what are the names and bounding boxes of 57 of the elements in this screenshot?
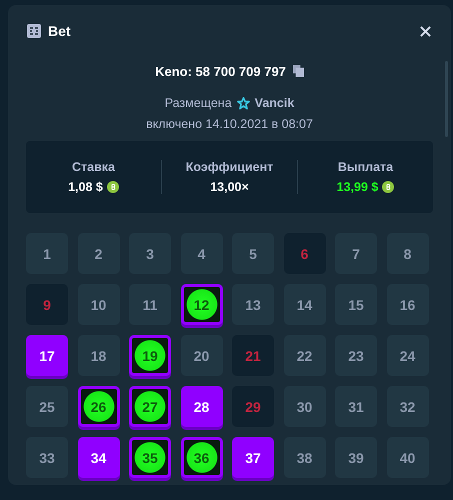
number-tile[interactable]: 4 <box>180 233 222 274</box>
placed-label: Размещена <box>164 96 232 110</box>
picked-tile[interactable]: 37 <box>232 437 274 478</box>
number-tile[interactable]: 3 <box>129 233 171 274</box>
drawn-tile[interactable]: 9 <box>26 284 68 325</box>
number-tile[interactable]: 10 <box>78 284 120 325</box>
number-tile[interactable]: 15 <box>335 284 377 325</box>
drawn-tile[interactable]: 29 <box>232 386 274 427</box>
stat-label: Ставка <box>72 160 115 174</box>
number-tile[interactable]: 38 <box>284 437 326 478</box>
picked-tile[interactable]: 28 <box>180 386 222 427</box>
drawn-tile[interactable]: 6 <box>284 233 326 274</box>
stat-value: 1,08 $ <box>68 180 103 194</box>
number-tile[interactable]: 18 <box>78 335 120 376</box>
number-tile[interactable]: 16 <box>386 284 428 325</box>
hit-tile[interactable]: 26 <box>78 386 120 427</box>
number-tile[interactable]: 33 <box>26 437 68 478</box>
number-tile[interactable]: 39 <box>335 437 377 478</box>
modal-title: Bet <box>48 23 71 39</box>
number-tile[interactable]: 13 <box>232 284 274 325</box>
hit-tile[interactable]: 36 <box>180 437 222 478</box>
number-tile[interactable]: 8 <box>386 233 428 274</box>
ticket-icon <box>27 24 41 38</box>
coin-icon <box>106 181 119 193</box>
hit-tile[interactable]: 27 <box>129 386 171 427</box>
number-tile[interactable]: 11 <box>129 284 171 325</box>
copy-icon[interactable] <box>292 65 304 77</box>
number-tile[interactable]: 30 <box>284 386 326 427</box>
hit-tile[interactable]: 35 <box>129 437 171 478</box>
number-tile[interactable]: 7 <box>335 233 377 274</box>
stat-value: 13,00× <box>210 180 249 194</box>
coin-icon <box>382 181 394 193</box>
number-tile[interactable]: 25 <box>26 386 68 427</box>
hit-tile[interactable]: 12 <box>180 284 222 325</box>
number-tile[interactable]: 31 <box>335 386 377 427</box>
number-tile[interactable]: 2 <box>78 233 120 274</box>
stat-label: Коэффициент <box>186 160 274 174</box>
number-tile[interactable]: 24 <box>386 335 428 376</box>
number-tile[interactable]: 1 <box>26 233 68 274</box>
stat-label: Выплата <box>338 160 394 174</box>
hit-tile[interactable]: 19 <box>129 335 171 376</box>
picked-tile[interactable]: 34 <box>78 437 120 478</box>
close-icon[interactable] <box>420 26 431 36</box>
number-tile[interactable]: 23 <box>335 335 377 376</box>
number-tile[interactable]: 40 <box>386 437 428 478</box>
picked-tile[interactable]: 17 <box>26 335 68 376</box>
user-link[interactable]: Vancik <box>254 96 294 110</box>
number-tile[interactable]: 22 <box>284 335 326 376</box>
star-icon <box>236 96 250 110</box>
drawn-tile[interactable]: 21 <box>232 335 274 376</box>
stat-value: 13,99 $ <box>336 180 378 194</box>
bet-id: Keno: 58 700 709 797 <box>155 64 286 78</box>
number-tile[interactable]: 20 <box>180 335 222 376</box>
number-tile[interactable]: 5 <box>232 233 274 274</box>
bet-date: включено 14.10.2021 в 08:07 <box>145 116 314 133</box>
number-tile[interactable]: 32 <box>386 386 428 427</box>
number-tile[interactable]: 14 <box>284 284 326 325</box>
